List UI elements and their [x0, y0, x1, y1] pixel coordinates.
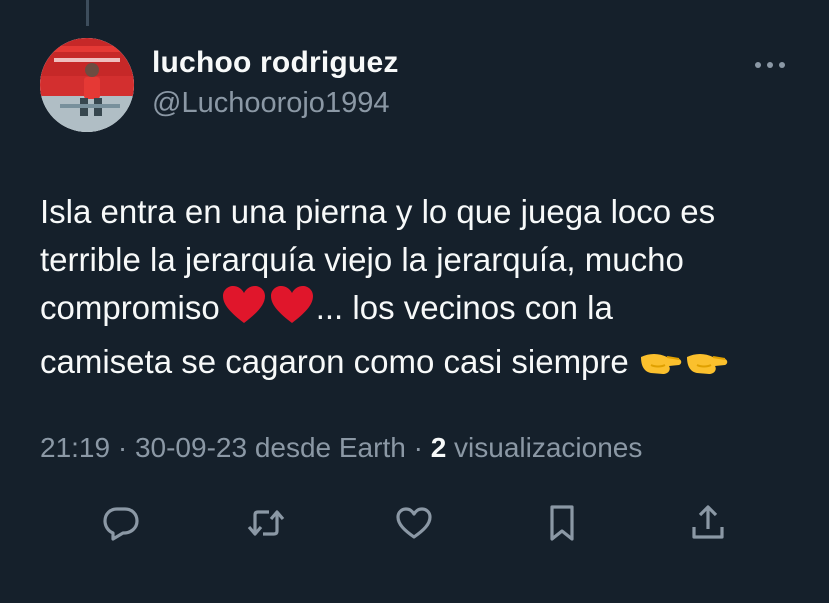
like-button[interactable] — [389, 498, 439, 548]
timestamp-and-source[interactable]: 21:19 · 30-09-23 desde Earth · — [40, 432, 431, 463]
thread-connector-line — [86, 0, 89, 26]
pinching-hand-emoji — [639, 344, 683, 392]
retweet-button[interactable] — [241, 498, 291, 548]
tweet-text-line: Isla entra en una pierna y lo que juega … — [40, 193, 716, 230]
more-options-button[interactable] — [750, 50, 790, 80]
tweet-text: Isla entra en una pierna y lo que juega … — [40, 188, 810, 392]
tweet-metadata: 21:19 · 30-09-23 desde Earth · 2 visuali… — [40, 432, 642, 464]
reply-icon — [103, 507, 139, 541]
views-label: visualizaciones — [446, 432, 643, 463]
user-handle[interactable]: @Luchoorojo1994 — [152, 87, 389, 120]
display-name[interactable]: luchoo rodriguez — [152, 46, 399, 80]
tweet-detail: luchoo rodriguez @Luchoorojo1994 Isla en… — [0, 0, 829, 603]
action-bar — [0, 498, 829, 548]
tweet-text-segment: ... los vecinos con la — [315, 289, 613, 326]
more-horizontal-icon — [755, 62, 785, 68]
tweet-text-line: terrible la jerarquía viejo la jerarquía… — [40, 241, 684, 278]
views-count: 2 — [430, 432, 447, 463]
share-button[interactable] — [683, 498, 733, 548]
reply-button[interactable] — [96, 498, 146, 548]
tweet-text-line: compromiso ... los vecinos con la — [40, 284, 810, 338]
bookmark-icon — [550, 505, 574, 541]
tweet-text-segment: compromiso — [40, 289, 220, 326]
tweet-text-line: camiseta se cagaron como casi siempre — [40, 338, 810, 392]
heart-icon — [396, 507, 432, 539]
share-icon — [692, 505, 724, 539]
pinching-hand-emoji — [685, 344, 729, 392]
avatar[interactable] — [40, 38, 134, 132]
red-heart-emoji — [269, 285, 315, 338]
bookmark-button[interactable] — [537, 498, 587, 548]
red-heart-emoji — [221, 285, 267, 338]
tweet-text-segment: camiseta se cagaron como casi siempre — [40, 343, 638, 380]
retweet-icon — [247, 510, 285, 536]
